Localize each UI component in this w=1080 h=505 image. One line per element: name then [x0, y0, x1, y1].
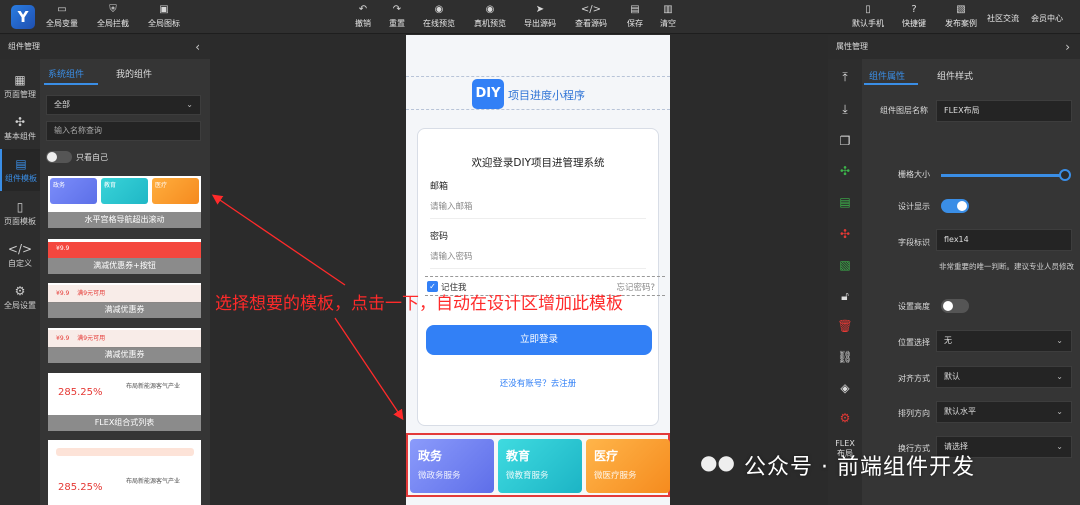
grid-size-label: 栅格大小	[898, 170, 930, 179]
lock-icon[interactable]: 🔓︎	[828, 286, 862, 306]
field-id-note: 非常重要的唯一判断。建议专业人员修改	[939, 262, 1074, 271]
component-tools: ⤒ ⤓ ❐ ✣ ▤ ✣ ▧ 🔓︎ 🗑︎ ⛓︎ ◈ ⚙ FLEX 布局	[828, 59, 862, 505]
field-id-input[interactable]: flex14	[936, 229, 1072, 251]
align-select[interactable]: 默认 ⌄	[936, 366, 1072, 388]
trash-icon[interactable]: 🗑︎	[828, 316, 862, 336]
tab-component-style[interactable]: 组件样式	[937, 69, 973, 82]
link-icon[interactable]: ⛓︎	[828, 347, 862, 367]
property-panel-header: 属性管理 ›	[828, 35, 1080, 59]
settings-icon[interactable]: ⚙	[828, 408, 862, 428]
collapse-right-icon[interactable]: ›	[1065, 35, 1070, 59]
field-id-label: 字段标识	[898, 238, 930, 247]
grid-size-slider[interactable]	[941, 169, 1071, 181]
chevron-down-icon: ⌄	[1056, 407, 1063, 416]
chevron-down-icon: ⌄	[1056, 442, 1063, 451]
toggle-knob	[957, 201, 967, 211]
layer-name-input[interactable]: FLEX布局	[936, 100, 1072, 122]
set-height-toggle[interactable]	[941, 299, 969, 313]
design-show-toggle[interactable]	[941, 199, 969, 213]
position-label: 位置选择	[898, 338, 930, 347]
copy-icon[interactable]: ❐	[828, 131, 862, 151]
export-icon[interactable]: ▧	[828, 255, 862, 275]
layer-name-label: 组件图层名称	[880, 106, 928, 115]
layers-icon[interactable]: ◈	[828, 378, 862, 398]
move-top-icon[interactable]: ⤒	[828, 67, 862, 87]
position-select[interactable]: 无 ⌄	[936, 330, 1072, 352]
tab-component-props[interactable]: 组件属性	[869, 69, 905, 82]
paste-icon[interactable]: ▤	[828, 192, 862, 212]
add-plugin-icon[interactable]: ✣	[828, 161, 862, 181]
property-form: 组件属性 组件样式 组件图层名称 FLEX布局 栅格大小 设计显示 字段标识 f…	[862, 59, 1080, 505]
annotation-text: 选择想要的模板，点击一下，自动在设计区增加此模板	[215, 294, 623, 314]
chevron-down-icon: ⌄	[1056, 372, 1063, 381]
direction-label: 排列方向	[898, 409, 930, 418]
property-panel: 属性管理 › ⤒ ⤓ ❐ ✣ ▤ ✣ ▧ 🔓︎ 🗑︎ ⛓︎ ◈ ⚙ FLEX 布…	[828, 35, 1080, 505]
toggle-knob	[943, 301, 953, 311]
remove-plugin-icon[interactable]: ✣	[828, 224, 862, 244]
design-show-label: 设计显示	[898, 202, 930, 211]
arrow-to-template	[211, 194, 346, 286]
active-tab-indicator	[864, 83, 918, 85]
set-height-label: 设置高度	[898, 302, 930, 311]
align-label: 对齐方式	[898, 374, 930, 383]
move-bottom-icon[interactable]: ⤓	[828, 99, 862, 119]
arrow-to-canvas	[334, 317, 404, 421]
wechat-icon: ●●	[700, 450, 735, 474]
direction-select[interactable]: 默认水平 ⌄	[936, 401, 1072, 423]
watermark-text: 公众号 · 前端组件开发	[744, 455, 975, 480]
chevron-down-icon: ⌄	[1056, 336, 1063, 345]
slider-knob[interactable]	[1059, 169, 1071, 181]
